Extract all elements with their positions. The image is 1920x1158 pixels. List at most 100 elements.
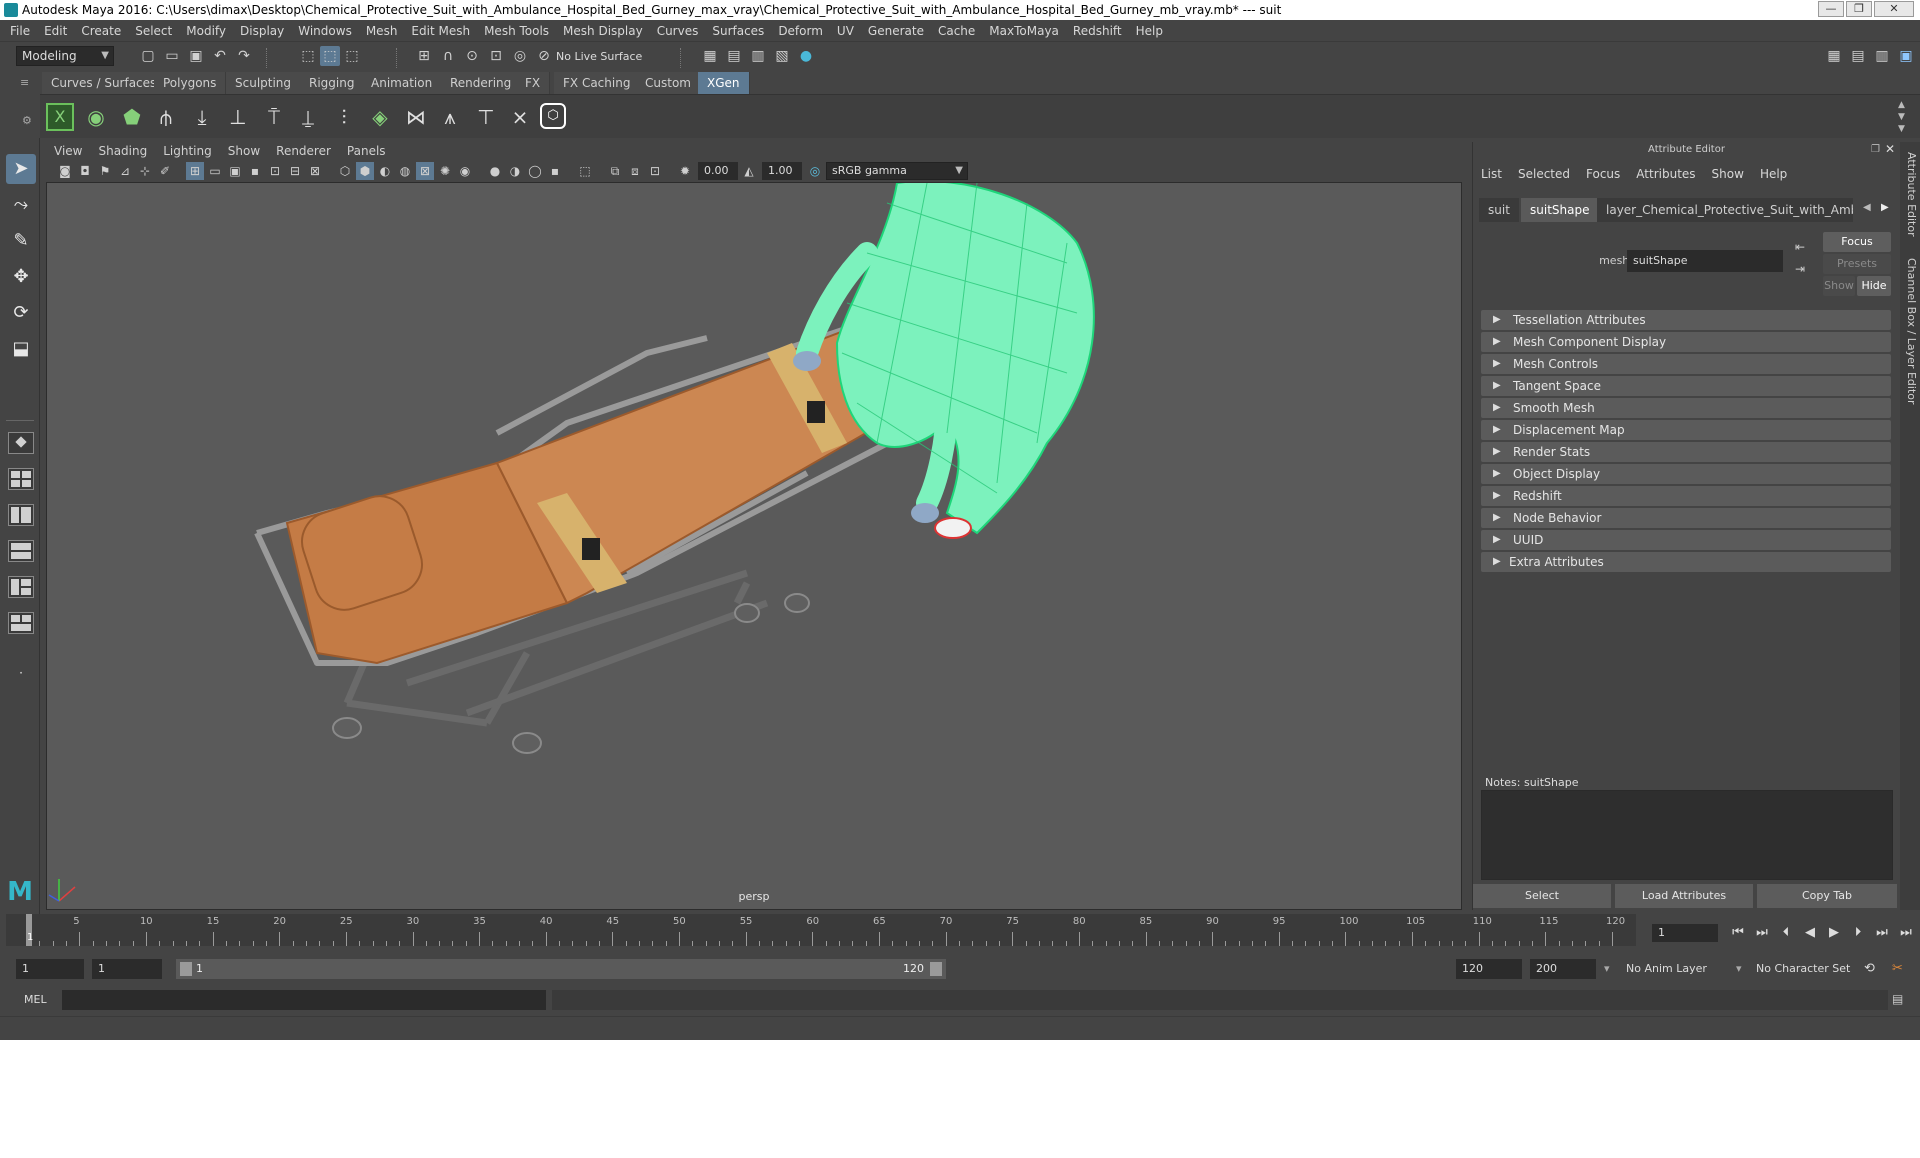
uv-layout-button[interactable] bbox=[8, 612, 34, 634]
menu-redshift[interactable]: Redshift bbox=[1066, 20, 1129, 42]
menu-help[interactable]: Help bbox=[1129, 20, 1170, 42]
section-node-behavior[interactable]: ▶ Node Behavior bbox=[1481, 508, 1891, 528]
resolution-gate-icon[interactable]: ▣ bbox=[226, 162, 244, 180]
rotate-tool-icon[interactable]: ⟳ bbox=[6, 298, 36, 328]
xgen-lock-icon[interactable]: ⫶ bbox=[330, 103, 358, 131]
make-live-icon[interactable]: ⊘ bbox=[534, 46, 554, 66]
persp-graph-layout-button[interactable] bbox=[8, 540, 34, 562]
ae-menu-attributes[interactable]: Attributes bbox=[1628, 164, 1703, 184]
xgen-sculpt-icon[interactable]: ⊥ bbox=[224, 103, 252, 131]
ae-menu-help[interactable]: Help bbox=[1752, 164, 1795, 184]
shadows-icon[interactable]: ◉ bbox=[456, 162, 474, 180]
character-set-dropdown[interactable]: No Character Set bbox=[1756, 959, 1866, 979]
open-scene-icon[interactable]: ▭ bbox=[162, 46, 182, 66]
menu-generate[interactable]: Generate bbox=[861, 20, 931, 42]
exposure-icon[interactable]: ✹ bbox=[676, 162, 694, 180]
go-to-end-icon[interactable]: ⏭ bbox=[1896, 924, 1916, 942]
isolate-select-icon[interactable]: ⬚ bbox=[576, 162, 594, 180]
menu-edit-mesh[interactable]: Edit Mesh bbox=[404, 20, 477, 42]
four-view-layout-button[interactable] bbox=[8, 468, 34, 490]
range-start-handle[interactable] bbox=[180, 962, 192, 976]
menu-surfaces[interactable]: Surfaces bbox=[705, 20, 771, 42]
2d-pan-zoom-icon[interactable]: ⊹ bbox=[136, 162, 154, 180]
section-uuid[interactable]: ▶ UUID bbox=[1481, 530, 1891, 550]
screen-space-ao-icon[interactable]: ● bbox=[486, 162, 504, 180]
snap-view-plane-icon[interactable]: ⊡ bbox=[486, 46, 506, 66]
tab-animation[interactable]: Animation bbox=[362, 72, 443, 94]
section-extra-attributes[interactable]: ▶ Extra Attributes bbox=[1481, 552, 1891, 572]
toolbox-more-icon[interactable]: · bbox=[6, 658, 36, 688]
scene-end-field[interactable]: 200 bbox=[1530, 959, 1596, 979]
hide-button[interactable]: Hide bbox=[1857, 276, 1891, 296]
shelf-menu-icon[interactable]: ≡ bbox=[20, 76, 32, 89]
auto-key-icon[interactable]: ⟲ bbox=[1864, 959, 1875, 979]
maximize-button[interactable]: ❐ bbox=[1846, 1, 1872, 17]
tab-xgen[interactable]: XGen bbox=[698, 72, 750, 94]
select-hierarchy-icon[interactable]: ⬚ bbox=[298, 46, 318, 66]
section-tangent-space[interactable]: ▶ Tangent Space bbox=[1481, 376, 1891, 396]
menu-select[interactable]: Select bbox=[128, 20, 179, 42]
shelf-settings-icon[interactable]: ⚙ bbox=[22, 114, 32, 127]
viewport-menu-lighting[interactable]: Lighting bbox=[155, 142, 220, 160]
xgen-icon[interactable]: X bbox=[46, 103, 74, 131]
anim-layer-dropdown[interactable]: No Anim Layer bbox=[1626, 959, 1736, 979]
camera-attributes-icon[interactable]: ◘ bbox=[76, 162, 94, 180]
chevron-down-icon[interactable]: ▾ bbox=[1604, 959, 1610, 979]
attribute-editor-toggle-icon[interactable]: ▤ bbox=[1848, 46, 1868, 66]
exposure-field[interactable]: 0.00 bbox=[698, 162, 738, 180]
play-forward-icon[interactable]: ▶ bbox=[1824, 924, 1844, 942]
play-backward-icon[interactable]: ◀ bbox=[1800, 924, 1820, 942]
paint-select-tool-icon[interactable]: ✎ bbox=[6, 226, 36, 256]
xgen-layer-icon[interactable]: ⋈ bbox=[402, 103, 430, 131]
field-chart-icon[interactable]: ⊡ bbox=[266, 162, 284, 180]
channel-box-icon[interactable]: ▣ bbox=[1896, 46, 1916, 66]
script-editor-icon[interactable]: ▤ bbox=[1892, 992, 1903, 1006]
lasso-tool-icon[interactable]: ⤳ bbox=[6, 190, 36, 220]
tab-rendering[interactable]: Rendering bbox=[441, 72, 522, 94]
xgen-description-icon[interactable]: ⬟ bbox=[118, 103, 146, 131]
ae-menu-list[interactable]: List bbox=[1473, 164, 1510, 184]
ae-menu-selected[interactable]: Selected bbox=[1510, 164, 1578, 184]
viewport-menu-panels[interactable]: Panels bbox=[339, 142, 394, 160]
xgen-noise-icon[interactable]: ⨯ bbox=[506, 103, 534, 131]
animation-preferences-icon[interactable]: ✂ bbox=[1892, 959, 1903, 979]
section-render-stats[interactable]: ▶ Render Stats bbox=[1481, 442, 1891, 462]
ae-menu-focus[interactable]: Focus bbox=[1578, 164, 1628, 184]
color-management-icon[interactable]: ◎ bbox=[806, 162, 824, 180]
tab-fx[interactable]: FX bbox=[516, 72, 551, 94]
tab-fx-caching[interactable]: FX Caching bbox=[554, 72, 641, 94]
show-button[interactable]: Show bbox=[1823, 276, 1855, 296]
step-back-icon[interactable]: ⏭ bbox=[1752, 924, 1772, 942]
mode-dropdown[interactable]: Modeling ▼ bbox=[16, 46, 114, 66]
go-to-start-icon[interactable]: ⏮ bbox=[1728, 924, 1748, 942]
outliner-persp-layout-button[interactable] bbox=[8, 504, 34, 526]
textured-icon[interactable]: ◍ bbox=[396, 162, 414, 180]
new-scene-icon[interactable]: ▢ bbox=[138, 46, 158, 66]
bookmark-icon[interactable]: ⚑ bbox=[96, 162, 114, 180]
focus-button[interactable]: Focus bbox=[1823, 232, 1891, 252]
section-object-display[interactable]: ▶ Object Display bbox=[1481, 464, 1891, 484]
scale-tool-icon[interactable]: ⬓ bbox=[6, 334, 36, 364]
load-attributes-button[interactable]: Load Attributes bbox=[1615, 884, 1753, 908]
xgen-guide-icon[interactable]: ⫛ bbox=[152, 103, 180, 131]
section-mesh-controls[interactable]: ▶ Mesh Controls bbox=[1481, 354, 1891, 374]
perspective-viewport[interactable]: persp bbox=[46, 182, 1462, 910]
section-tessellation-attributes[interactable]: ▶ Tessellation Attributes bbox=[1481, 310, 1891, 330]
tab-rigging[interactable]: Rigging bbox=[300, 72, 365, 94]
close-panel-icon[interactable]: ✕ bbox=[1885, 142, 1895, 156]
section-mesh-component-display[interactable]: ▶ Mesh Component Display bbox=[1481, 332, 1891, 352]
menu-deform[interactable]: Deform bbox=[771, 20, 830, 42]
script-language-toggle[interactable]: MEL bbox=[24, 990, 47, 1010]
menu-edit[interactable]: Edit bbox=[37, 20, 74, 42]
side-tab-attribute-editor[interactable]: Attribute Editor bbox=[1902, 152, 1918, 237]
smooth-shade-icon[interactable]: ⬢ bbox=[356, 162, 374, 180]
section-displacement-map[interactable]: ▶ Displacement Map bbox=[1481, 420, 1891, 440]
gate-mask-icon[interactable]: ▪ bbox=[246, 162, 264, 180]
close-button[interactable]: ✕ bbox=[1874, 1, 1914, 17]
xray-joints-icon[interactable]: ⧈ bbox=[626, 162, 644, 180]
xgen-comb-icon[interactable]: ◈ bbox=[366, 103, 394, 131]
select-tool-icon[interactable]: ➤ bbox=[6, 154, 36, 184]
menu-curves[interactable]: Curves bbox=[650, 20, 706, 42]
minimize-button[interactable]: — bbox=[1818, 1, 1844, 17]
tab-scroll-left-icon[interactable]: ◀ bbox=[1863, 202, 1871, 213]
